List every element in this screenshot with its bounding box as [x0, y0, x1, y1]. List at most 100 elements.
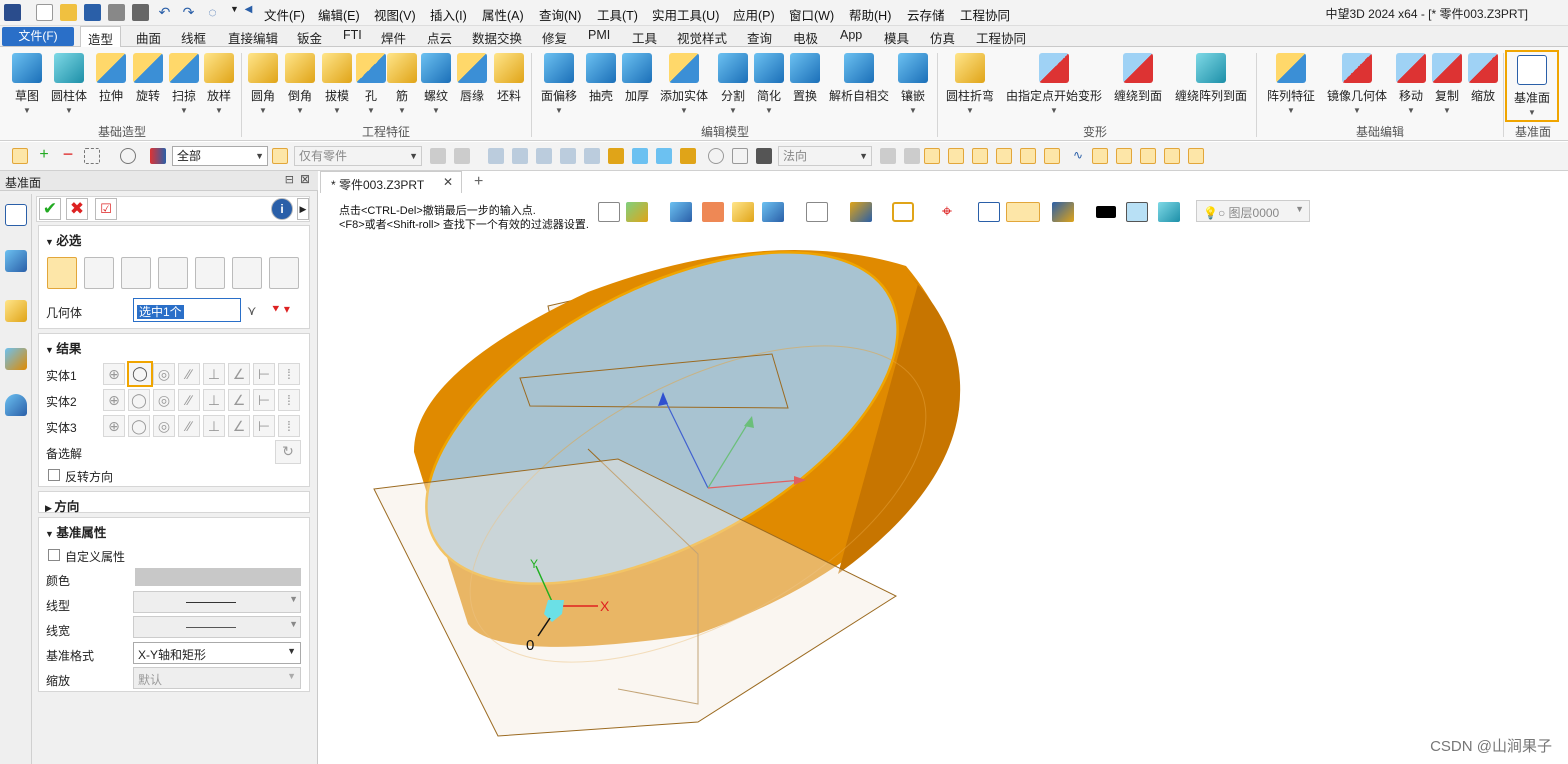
- result-center-icon[interactable]: ⊕: [103, 363, 125, 385]
- direction-header[interactable]: ▶ 方向: [39, 492, 309, 514]
- reverse-checkbox[interactable]: [48, 469, 60, 481]
- menu-collab[interactable]: 工程协同: [960, 5, 1010, 24]
- print-icon[interactable]: [108, 4, 125, 21]
- fillet-button[interactable]: 圆角 ▼: [246, 53, 280, 115]
- history-tree-icon[interactable]: [5, 250, 27, 272]
- snap3-icon[interactable]: [756, 148, 772, 164]
- result3-parallel-icon[interactable]: ∕∕: [178, 415, 200, 437]
- extrude-button[interactable]: 拉伸: [94, 53, 128, 104]
- copy-button[interactable]: 复制 ▼: [1432, 53, 1462, 115]
- result3-angle-icon[interactable]: ∠: [228, 415, 250, 437]
- pick4-icon[interactable]: [560, 148, 576, 164]
- result-parallel-icon[interactable]: ∕∕: [178, 363, 200, 385]
- normal-option-icon[interactable]: [880, 148, 896, 164]
- linewidth-select[interactable]: ▼: [133, 616, 301, 638]
- snap-face-icon[interactable]: [1164, 148, 1180, 164]
- close-tab-icon[interactable]: ✕: [443, 175, 453, 189]
- menu-tools[interactable]: 工具(T): [597, 5, 638, 24]
- pick7-icon[interactable]: [632, 148, 648, 164]
- snap-point-icon[interactable]: [924, 148, 940, 164]
- cancel-icon[interactable]: ✖: [66, 198, 88, 220]
- tab-pointcloud[interactable]: 点云: [427, 28, 452, 47]
- inlay-button[interactable]: 镶嵌 ▼: [896, 53, 930, 115]
- tab-wireframe[interactable]: 线框: [181, 28, 206, 47]
- tab-repair[interactable]: 修复: [542, 28, 567, 47]
- redo-icon[interactable]: ↷: [180, 4, 197, 21]
- filter-option-icon[interactable]: [430, 148, 446, 164]
- result-distance-icon[interactable]: ⊢: [253, 363, 275, 385]
- tab-surface[interactable]: 曲面: [136, 28, 161, 47]
- user-icon[interactable]: [5, 394, 27, 416]
- new-tab-icon[interactable]: +: [474, 173, 483, 191]
- remove-icon[interactable]: −: [60, 145, 76, 164]
- part-filter-icon[interactable]: [272, 148, 288, 164]
- tab-modeling[interactable]: 造型: [80, 26, 122, 48]
- expand-icon[interactable]: ▶: [297, 198, 309, 220]
- blank-button[interactable]: 坯料: [492, 53, 526, 104]
- tab-app[interactable]: App: [840, 28, 862, 42]
- snap2-icon[interactable]: [732, 148, 748, 164]
- circle-select-icon[interactable]: [120, 148, 136, 164]
- result3-distance-icon[interactable]: ⊢: [253, 415, 275, 437]
- loft-button[interactable]: 放样 ▼: [202, 53, 236, 115]
- replace-button[interactable]: 置换: [788, 53, 822, 104]
- result2-concentric-icon[interactable]: ◎: [153, 389, 175, 411]
- part-icon[interactable]: [5, 300, 27, 322]
- result3-perpendicular-icon[interactable]: ⊥: [203, 415, 225, 437]
- move-button[interactable]: 移动 ▼: [1396, 53, 1426, 115]
- geometry-expand-icon[interactable]: ⋎: [247, 303, 257, 319]
- pick2-icon[interactable]: [512, 148, 528, 164]
- apply-icon[interactable]: ☑: [95, 198, 117, 220]
- datum-type-geometry-icon[interactable]: [47, 257, 77, 289]
- pick-icon[interactable]: [488, 148, 504, 164]
- datum-type-3point-icon[interactable]: [158, 257, 188, 289]
- only-parts-select[interactable]: 仅有零件 ▼: [294, 146, 422, 166]
- filter-all-select[interactable]: 全部 ▼: [172, 146, 268, 166]
- print-preview-icon[interactable]: [132, 4, 149, 21]
- snap-midpoint-icon[interactable]: [948, 148, 964, 164]
- tab-weldment[interactable]: 焊件: [381, 28, 406, 47]
- geometry-pick-icon[interactable]: ⯆ ▾: [271, 302, 290, 317]
- wrap-to-face-button[interactable]: 缠绕到面: [1111, 53, 1165, 104]
- hole-button[interactable]: 孔 ▼: [356, 53, 386, 115]
- pick8-icon[interactable]: [656, 148, 672, 164]
- result-perpendicular-icon[interactable]: ⊥: [203, 363, 225, 385]
- geometry-input[interactable]: 选中1个: [133, 298, 241, 322]
- custom-props-checkbox[interactable]: [48, 549, 60, 561]
- sketch-button[interactable]: 草图 ▼: [8, 53, 46, 115]
- cylinder-bend-button[interactable]: 圆柱折弯 ▼: [943, 53, 997, 115]
- pick3-icon[interactable]: [536, 148, 552, 164]
- result2-angle-icon[interactable]: ∠: [228, 389, 250, 411]
- datum-format-select[interactable]: X-Y轴和矩形 ▼: [133, 642, 301, 664]
- datum-type-curve-icon[interactable]: [195, 257, 225, 289]
- revolve-button[interactable]: 旋转: [131, 53, 165, 104]
- snap-center-icon[interactable]: [1020, 148, 1036, 164]
- result-header[interactable]: ▼ 结果: [39, 334, 309, 356]
- tab-tools[interactable]: 工具: [632, 28, 657, 47]
- collapse-icon[interactable]: ◀: [240, 4, 257, 21]
- tab-query[interactable]: 查询: [747, 28, 772, 47]
- curve-icon[interactable]: ∿: [1070, 148, 1086, 164]
- thread-button[interactable]: 螺纹 ▼: [419, 53, 453, 115]
- result3-midplane-icon[interactable]: ⁞: [278, 415, 300, 437]
- snap-circle-icon[interactable]: [1044, 148, 1060, 164]
- color-swatch[interactable]: [135, 568, 301, 586]
- menu-help[interactable]: 帮助(H): [849, 5, 891, 24]
- lip-button[interactable]: 唇缘: [455, 53, 489, 104]
- document-tab[interactable]: * 零件003.Z3PRT ✕: [320, 171, 462, 193]
- datum-type-view-icon[interactable]: [232, 257, 262, 289]
- save-icon[interactable]: [84, 4, 101, 21]
- pattern-feature-button[interactable]: 阵列特征 ▼: [1264, 53, 1318, 115]
- open-file-icon[interactable]: [60, 4, 77, 21]
- datum-plane-strip-icon[interactable]: [5, 204, 27, 226]
- select-arrow-icon[interactable]: [12, 148, 28, 164]
- cylinder-button[interactable]: 圆柱体 ▼: [48, 53, 90, 115]
- panel-close-icon[interactable]: ⊠: [300, 172, 310, 186]
- thicken-button[interactable]: 加厚: [620, 53, 654, 104]
- chamfer-button[interactable]: 倒角 ▼: [283, 53, 317, 115]
- datum-type-axis-icon[interactable]: [269, 257, 299, 289]
- tab-collab[interactable]: 工程协同: [976, 28, 1026, 47]
- snap-plane-icon[interactable]: [1188, 148, 1204, 164]
- menu-edit[interactable]: 编辑(E): [318, 5, 360, 24]
- required-header[interactable]: ▼ 必选: [39, 226, 309, 248]
